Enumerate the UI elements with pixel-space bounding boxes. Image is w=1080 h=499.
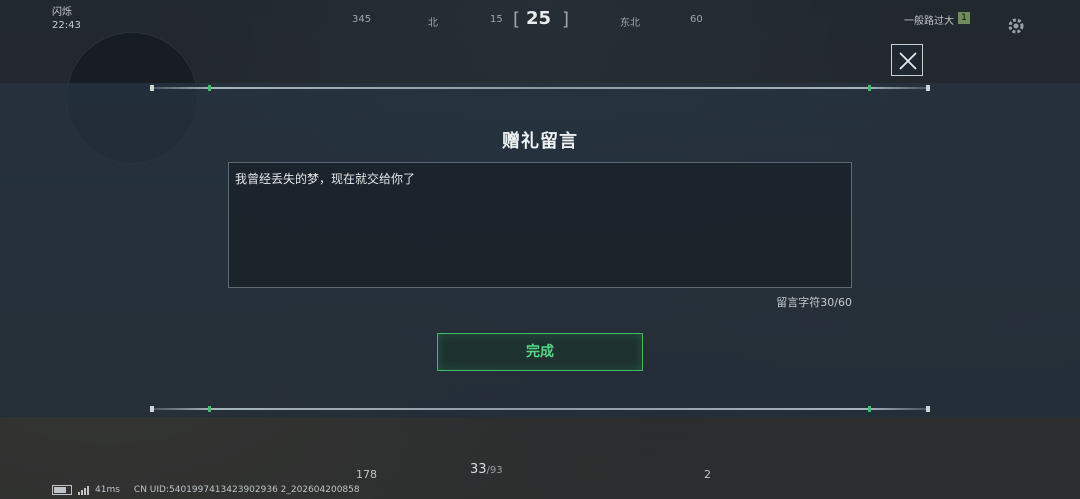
rail-endcap xyxy=(926,85,930,91)
teammate-badge: 1 xyxy=(958,12,970,24)
signal-icon xyxy=(78,485,89,495)
compass-tick: 60 xyxy=(690,14,703,25)
battery-icon xyxy=(52,485,72,495)
dialog-title: 赠礼留言 xyxy=(502,131,578,152)
rail-marker xyxy=(208,85,211,91)
rail-endcap xyxy=(150,85,154,91)
close-button[interactable] xyxy=(891,44,923,76)
ammo-current: 33 xyxy=(470,462,487,477)
dialog-bottom-rail xyxy=(150,406,930,412)
rail-line xyxy=(150,87,930,89)
status-bar: 41ms CN UID:5401997413423902936 2_202604… xyxy=(52,483,360,497)
grenade-count: 2 xyxy=(704,468,711,481)
compass-tick: 东北 xyxy=(620,18,640,29)
hud-clock-top: 闪烁 xyxy=(52,7,72,18)
hud-clock: 闪烁 22:43 xyxy=(52,6,81,32)
ammo-reserve: /93 xyxy=(486,465,503,476)
ping-value: 41ms xyxy=(95,485,120,495)
rail-marker xyxy=(868,406,871,412)
teammate-label: 一般路过大 xyxy=(904,16,954,27)
hud-clock-time: 22:43 xyxy=(52,20,81,31)
gift-message-input[interactable]: 我曾经丢失的梦，现在就交给你了 xyxy=(228,162,852,288)
compass-tick: 15 xyxy=(490,14,503,25)
inventory-count: 178 xyxy=(356,468,377,481)
compass-heading: 25 xyxy=(526,8,552,29)
confirm-button[interactable]: 完成 xyxy=(437,333,643,371)
rail-line xyxy=(150,408,930,410)
compass-tick: 345 xyxy=(352,14,372,25)
char-counter: 留言字符30/60 xyxy=(776,296,852,309)
ammo-counter: 33/93 xyxy=(470,462,503,477)
dialog-top-rail xyxy=(150,85,930,91)
rail-endcap xyxy=(150,406,154,412)
rail-endcap xyxy=(926,406,930,412)
compass-tick: 北 xyxy=(428,18,438,29)
rail-marker xyxy=(868,85,871,91)
compass-bracket-right: ] xyxy=(562,9,570,30)
gear-icon[interactable] xyxy=(1006,16,1026,36)
close-icon xyxy=(899,52,917,70)
compass-bracket-left: [ xyxy=(513,9,521,30)
compass: 345 北 15 [ 25 ] 东北 60 xyxy=(330,8,750,32)
uid-text: CN UID:5401997413423902936 2_20260420085… xyxy=(133,485,360,495)
rail-marker xyxy=(208,406,211,412)
